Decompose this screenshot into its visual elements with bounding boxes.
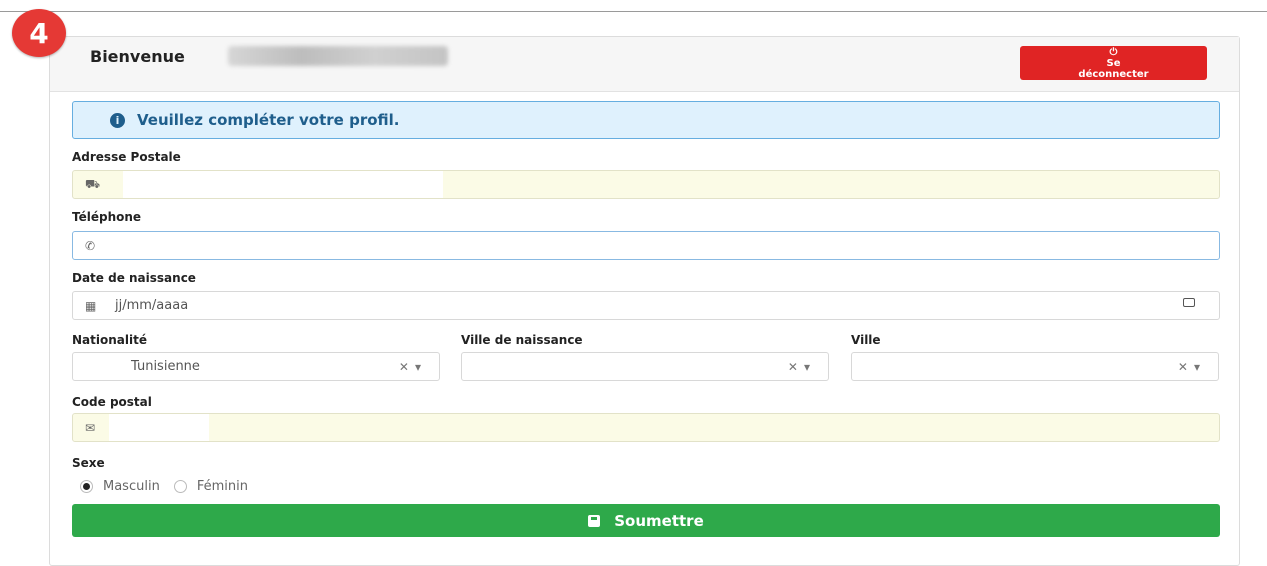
phone-label: Téléphone [72, 210, 142, 224]
feminin-radio[interactable] [173, 480, 187, 493]
welcome-text: Bienvenue [90, 47, 185, 66]
date-picker-icon[interactable] [1183, 298, 1195, 307]
address-field[interactable]: ⛟ [72, 170, 1220, 199]
phone-icon: ✆ [85, 238, 96, 253]
city-label: Ville [851, 333, 881, 347]
clear-and-dropdown-icon[interactable]: ✕▾ [1178, 360, 1206, 374]
redacted-user-name [228, 46, 448, 66]
clear-and-dropdown-icon[interactable]: ✕▾ [399, 360, 427, 374]
card-header: Bienvenue ⏻ Se déconnecter [50, 37, 1239, 92]
top-divider [0, 11, 1267, 12]
birthdate-field[interactable]: ▦ jj/mm/aaaa [72, 291, 1220, 320]
profile-alert: i Veuillez compléter votre profil. [72, 101, 1220, 139]
feminin-label[interactable]: Féminin [197, 479, 248, 494]
masculin-radio[interactable] [80, 480, 93, 493]
step-badge: 4 [12, 9, 66, 57]
save-icon [588, 514, 601, 527]
nationality-select[interactable]: Tunisienne ✕▾ [72, 352, 440, 381]
address-value-redacted [123, 171, 443, 198]
city-select[interactable]: ✕▾ [851, 352, 1219, 381]
logout-button[interactable]: ⏻ Se déconnecter [1020, 46, 1207, 80]
submit-button[interactable]: Soumettre [72, 504, 1220, 537]
phone-field[interactable]: ✆ [72, 231, 1220, 260]
profile-card: Bienvenue ⏻ Se déconnecter i Veuillez co… [49, 36, 1240, 566]
address-label: Adresse Postale [72, 150, 181, 164]
postal-code-value-redacted [109, 414, 209, 441]
nationality-value: Tunisienne [131, 359, 200, 374]
birth-city-select[interactable]: ✕▾ [461, 352, 829, 381]
sex-label: Sexe [72, 456, 105, 470]
birth-city-label: Ville de naissance [461, 333, 583, 347]
mailbox-icon: ✉ [85, 420, 96, 435]
power-icon: ⏻ [1109, 46, 1118, 58]
info-icon: i [110, 112, 125, 128]
birthdate-label: Date de naissance [72, 271, 196, 285]
birthdate-placeholder: jj/mm/aaaa [115, 298, 189, 313]
submit-label: Soumettre [614, 511, 704, 530]
postal-code-field[interactable]: ✉ [72, 413, 1220, 442]
map-icon: ⛟ [85, 176, 101, 191]
sex-radio-group: Masculin Féminin [80, 479, 248, 494]
calendar-icon: ▦ [85, 298, 97, 313]
masculin-label[interactable]: Masculin [103, 479, 160, 494]
postal-code-label: Code postal [72, 395, 152, 409]
nationality-label: Nationalité [72, 333, 147, 347]
logout-label-line2: déconnecter [1078, 68, 1149, 80]
logout-label-line1: Se [1106, 57, 1121, 69]
alert-text: Veuillez compléter votre profil. [137, 111, 400, 129]
clear-and-dropdown-icon[interactable]: ✕▾ [788, 360, 816, 374]
